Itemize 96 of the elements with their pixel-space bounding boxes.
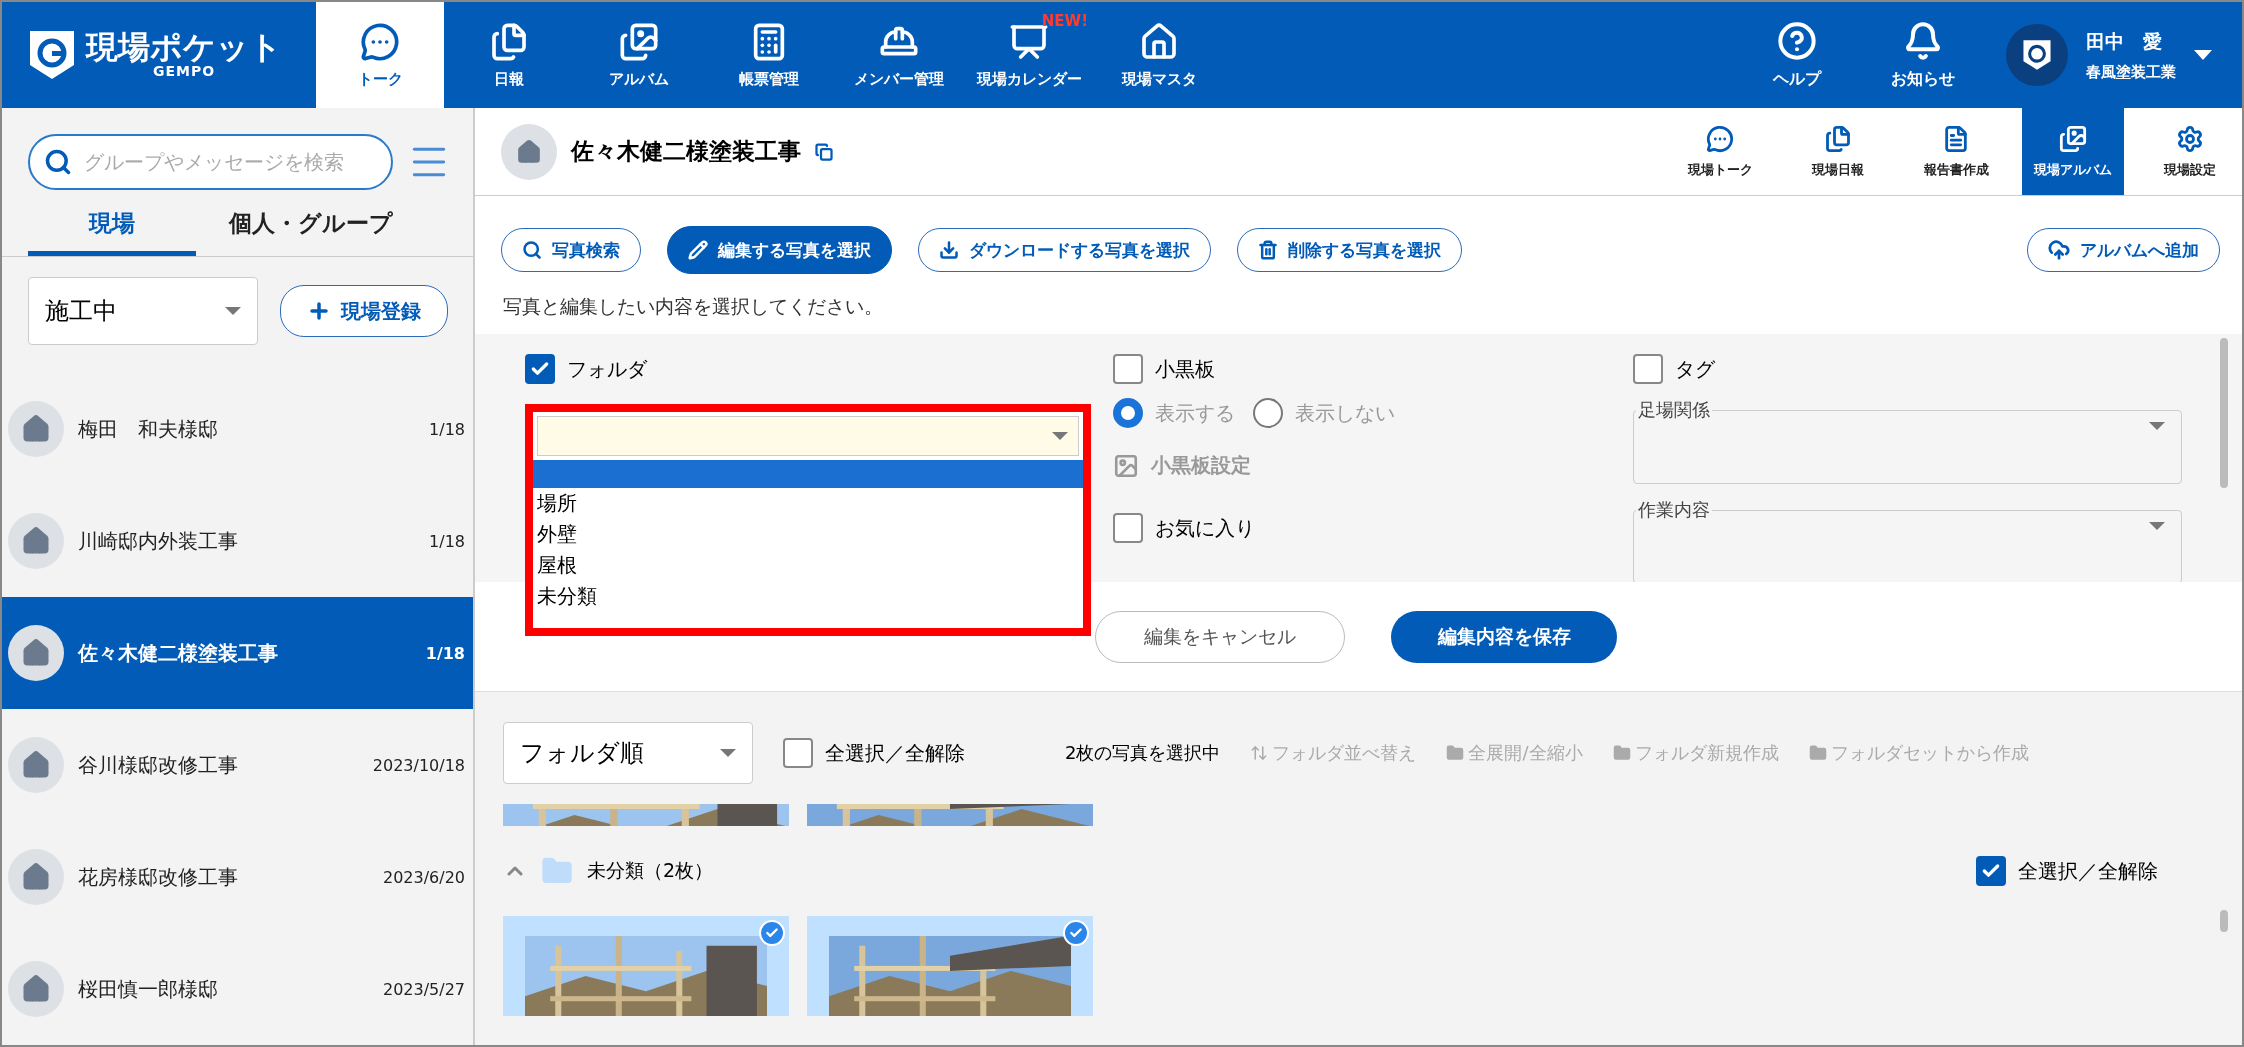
house-icon bbox=[8, 625, 64, 681]
album-icon bbox=[2059, 124, 2087, 153]
scrollbar-thumb[interactable] bbox=[2220, 910, 2228, 932]
folder-checkbox[interactable] bbox=[525, 354, 555, 384]
folder-plus-icon bbox=[1612, 744, 1631, 762]
company-name: 春風塗装工業 bbox=[2086, 62, 2176, 82]
nav-tab[interactable]: 現場マスタ bbox=[1094, 2, 1224, 108]
selection-count: 2枚の写真を選択中 bbox=[1065, 741, 1221, 765]
project-tab[interactable]: 現場トーク bbox=[1668, 108, 1772, 195]
bell-icon bbox=[1903, 20, 1943, 61]
gear-icon bbox=[2176, 124, 2204, 153]
copy-icon[interactable] bbox=[815, 142, 833, 161]
house-icon bbox=[8, 401, 64, 457]
board-checkbox[interactable] bbox=[1113, 354, 1143, 384]
site-item[interactable]: 佐々木健二様塗装工事 1/18 bbox=[2, 597, 473, 709]
nav-tab[interactable]: メンバー管理 bbox=[834, 2, 964, 108]
project-tab[interactable]: 現場日報 bbox=[1786, 108, 1890, 195]
app-subtitle: GEMPO bbox=[151, 63, 217, 79]
document-icon bbox=[1942, 124, 1970, 153]
sidebar-tab[interactable]: 現場 bbox=[28, 198, 196, 256]
status-select[interactable]: 施工中 bbox=[28, 277, 258, 345]
site-item[interactable]: 花房様邸改修工事 2023/6/20 bbox=[2, 821, 473, 933]
mode-button[interactable]: 写真検索 bbox=[501, 228, 641, 272]
tag-checkbox[interactable] bbox=[1633, 354, 1663, 384]
search-icon bbox=[522, 240, 542, 260]
site-item[interactable]: 谷川様邸改修工事 2023/10/18 bbox=[2, 709, 473, 821]
mode-button[interactable]: 編集する写真を選択 bbox=[667, 226, 892, 274]
pencil-icon bbox=[688, 240, 708, 260]
sidebar-tab[interactable]: 個人・グループ bbox=[196, 198, 426, 256]
checkbox-label: タグ bbox=[1675, 355, 1715, 383]
help-icon bbox=[1777, 20, 1817, 61]
nav-tab[interactable]: NEW! 現場カレンダー bbox=[964, 2, 1094, 108]
scrollbar-thumb[interactable] bbox=[2220, 338, 2228, 488]
image-icon bbox=[1113, 452, 1139, 479]
add-site-button[interactable]: 現場登録 bbox=[280, 285, 448, 337]
save-button[interactable]: 編集内容を保存 bbox=[1391, 610, 1617, 663]
chat-icon bbox=[360, 21, 400, 62]
sort-select[interactable]: フォルダ順 bbox=[503, 722, 753, 784]
house-icon bbox=[8, 961, 64, 1017]
header-link[interactable]: ヘルプ bbox=[1734, 2, 1860, 108]
chat-icon bbox=[1706, 124, 1734, 153]
checkbox-label: 全選択／全解除 bbox=[2018, 857, 2158, 885]
app-title: 現場ポケット bbox=[86, 31, 282, 63]
house-icon bbox=[1139, 21, 1179, 62]
checkbox-label: フォルダ bbox=[567, 355, 647, 383]
caret-icon[interactable] bbox=[2194, 50, 2212, 60]
search-icon bbox=[44, 148, 72, 176]
sort-icon bbox=[1250, 744, 1269, 762]
new-label: NEW! bbox=[1041, 12, 1088, 30]
checkbox-label: お気に入り bbox=[1155, 514, 1255, 542]
favorite-checkbox[interactable] bbox=[1113, 513, 1143, 543]
site-item[interactable]: 梅田 和夫様邸 1/18 bbox=[2, 373, 473, 485]
tag-select[interactable]: 足場関係 bbox=[1633, 398, 2182, 484]
folder-icon bbox=[1446, 744, 1465, 762]
checkbox-label: 小黒板 bbox=[1155, 355, 1215, 383]
instruction-text: 写真と編集したい内容を選択してください。 bbox=[502, 294, 884, 319]
download-icon bbox=[939, 240, 959, 260]
shield-logo-icon bbox=[28, 29, 76, 81]
radio-label: 表示する bbox=[1155, 399, 1235, 427]
photo-tile[interactable] bbox=[503, 916, 789, 1016]
house-icon bbox=[8, 513, 64, 569]
cancel-button[interactable]: 編集をキャンセル bbox=[1095, 610, 1345, 663]
tag-select[interactable]: 作業内容 bbox=[1633, 498, 2182, 582]
plus-icon bbox=[307, 299, 331, 323]
header-link[interactable]: お知らせ bbox=[1860, 2, 1986, 108]
folder-name[interactable]: 未分類（2枚） bbox=[587, 858, 714, 884]
radio-label: 表示しない bbox=[1295, 399, 1395, 427]
mode-button[interactable]: ダウンロードする写真を選択 bbox=[918, 228, 1211, 272]
mode-button[interactable]: 削除する写真を選択 bbox=[1237, 228, 1462, 272]
clipboard-icon bbox=[1824, 124, 1852, 153]
project-title: 佐々木健二様塗装工事 bbox=[571, 137, 801, 166]
clipboard-icon bbox=[489, 21, 529, 62]
folder-icon bbox=[1808, 744, 1827, 762]
nav-tab[interactable]: 日報 bbox=[444, 2, 574, 108]
house-icon bbox=[8, 849, 64, 905]
project-tab[interactable]: 現場アルバム bbox=[2022, 108, 2124, 195]
nav-tab[interactable]: トーク bbox=[316, 2, 444, 108]
site-item[interactable]: 川崎邸内外装工事 1/18 bbox=[2, 485, 473, 597]
checkbox-label: 全選択／全解除 bbox=[825, 739, 965, 767]
house-icon bbox=[8, 737, 64, 793]
album-icon bbox=[619, 21, 659, 62]
cloud-upload-icon bbox=[2048, 239, 2070, 261]
project-tab[interactable]: 現場設定 bbox=[2138, 108, 2242, 195]
site-item[interactable]: 桜田慎一郎様邸 2023/5/27 bbox=[2, 933, 473, 1045]
add-to-album-button[interactable]: アルバムへ追加 bbox=[2027, 228, 2220, 272]
nav-tab[interactable]: 帳票管理 bbox=[704, 2, 834, 108]
radio-button[interactable] bbox=[1253, 398, 1283, 428]
select-all-checkbox[interactable] bbox=[783, 738, 813, 768]
folder-select-all-checkbox[interactable] bbox=[1976, 856, 2006, 886]
user-name: 田中 愛 bbox=[2086, 28, 2163, 54]
nav-tab[interactable]: アルバム bbox=[574, 2, 704, 108]
project-tab[interactable]: 報告書作成 bbox=[1904, 108, 2008, 195]
search-field[interactable]: グループやメッセージを検索 bbox=[28, 134, 393, 190]
photo-tile[interactable] bbox=[807, 916, 1093, 1016]
trash-icon bbox=[1258, 240, 1278, 260]
radio-button[interactable] bbox=[1113, 398, 1143, 428]
